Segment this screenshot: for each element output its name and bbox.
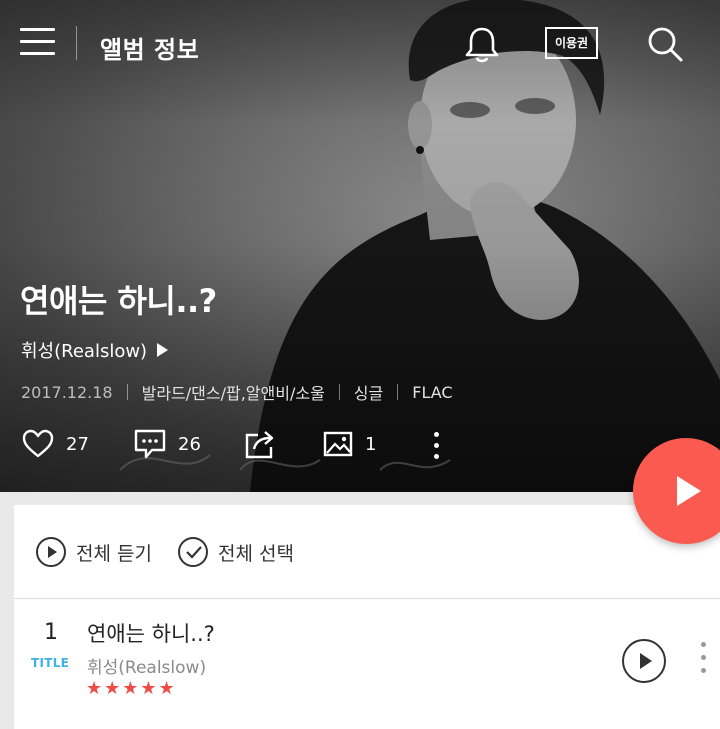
image-count: 1 — [365, 433, 377, 455]
album-actions: 27 26 1 — [0, 420, 720, 468]
title-track-badge: TITLE — [31, 656, 70, 670]
release-date: 2017.12.18 — [21, 382, 113, 402]
track-artist: 휘성(Realslow) — [87, 658, 207, 678]
header-divider — [76, 26, 77, 60]
audio-format: FLAC — [412, 382, 453, 402]
share-icon — [245, 431, 274, 459]
image-icon — [323, 431, 353, 457]
page-title: 앨범 정보 — [100, 36, 200, 64]
pass-button[interactable]: 이용권 — [545, 27, 598, 59]
menu-icon[interactable] — [20, 28, 55, 56]
bell-icon[interactable] — [462, 24, 502, 64]
play-icon — [677, 476, 701, 506]
comment-button[interactable]: 26 — [134, 420, 201, 468]
album-title: 연애는 하니..? — [20, 282, 217, 320]
top-bar: 앨범 정보 이용권 — [0, 0, 720, 88]
like-count: 27 — [66, 433, 89, 455]
track-number: 1 — [44, 620, 58, 645]
comment-icon — [134, 429, 166, 459]
meta-separator — [397, 384, 399, 400]
like-button[interactable]: 27 — [22, 420, 89, 468]
search-icon[interactable] — [645, 24, 685, 64]
artist-name: 휘성(Realslow) — [21, 341, 148, 362]
meta-separator — [338, 384, 340, 400]
check-circle-icon — [178, 537, 208, 567]
share-button[interactable] — [244, 420, 276, 468]
play-all-label: 전체 듣기 — [76, 542, 152, 565]
album-meta: 2017.12.18 발라드/댄스/팝,알앤비/소울 싱글 FLAC — [21, 380, 453, 404]
album-cover-hero: 앨범 정보 이용권 연애는 하니..? 휘성(Realslow) 2017.12… — [0, 0, 720, 492]
play-icon — [640, 653, 652, 669]
more-options-icon[interactable] — [430, 428, 444, 462]
comment-count: 26 — [178, 433, 201, 455]
track-more-icon[interactable] — [698, 640, 710, 676]
album-type: 싱글 — [353, 384, 384, 403]
track-row[interactable]: 1 TITLE 연애는 하니..? 휘성(Realslow) ★★★★★ — [14, 600, 720, 729]
heart-icon — [22, 429, 54, 458]
play-all-button[interactable]: 전체 듣기 — [36, 537, 152, 567]
track-name: 연애는 하니..? — [87, 622, 215, 646]
play-circle-icon — [36, 537, 66, 567]
select-all-button[interactable]: 전체 선택 — [178, 537, 294, 567]
track-list-controls: 전체 듣기 전체 선택 — [14, 505, 720, 599]
play-arrow-icon — [157, 343, 169, 357]
artist-link[interactable]: 휘성(Realslow) — [21, 337, 169, 363]
track-rating: ★★★★★ — [86, 678, 177, 699]
genre: 발라드/댄스/팝,알앤비/소울 — [141, 384, 325, 403]
track-play-button[interactable] — [622, 639, 666, 683]
select-all-label: 전체 선택 — [218, 542, 294, 565]
track-list-card: 전체 듣기 전체 선택 1 TITLE 연애는 하니..? 휘성(Realslo… — [14, 505, 720, 729]
meta-separator — [126, 384, 128, 400]
album-info-screen: 앨범 정보 이용권 연애는 하니..? 휘성(Realslow) 2017.12… — [0, 0, 720, 729]
photo-button[interactable]: 1 — [323, 420, 376, 468]
